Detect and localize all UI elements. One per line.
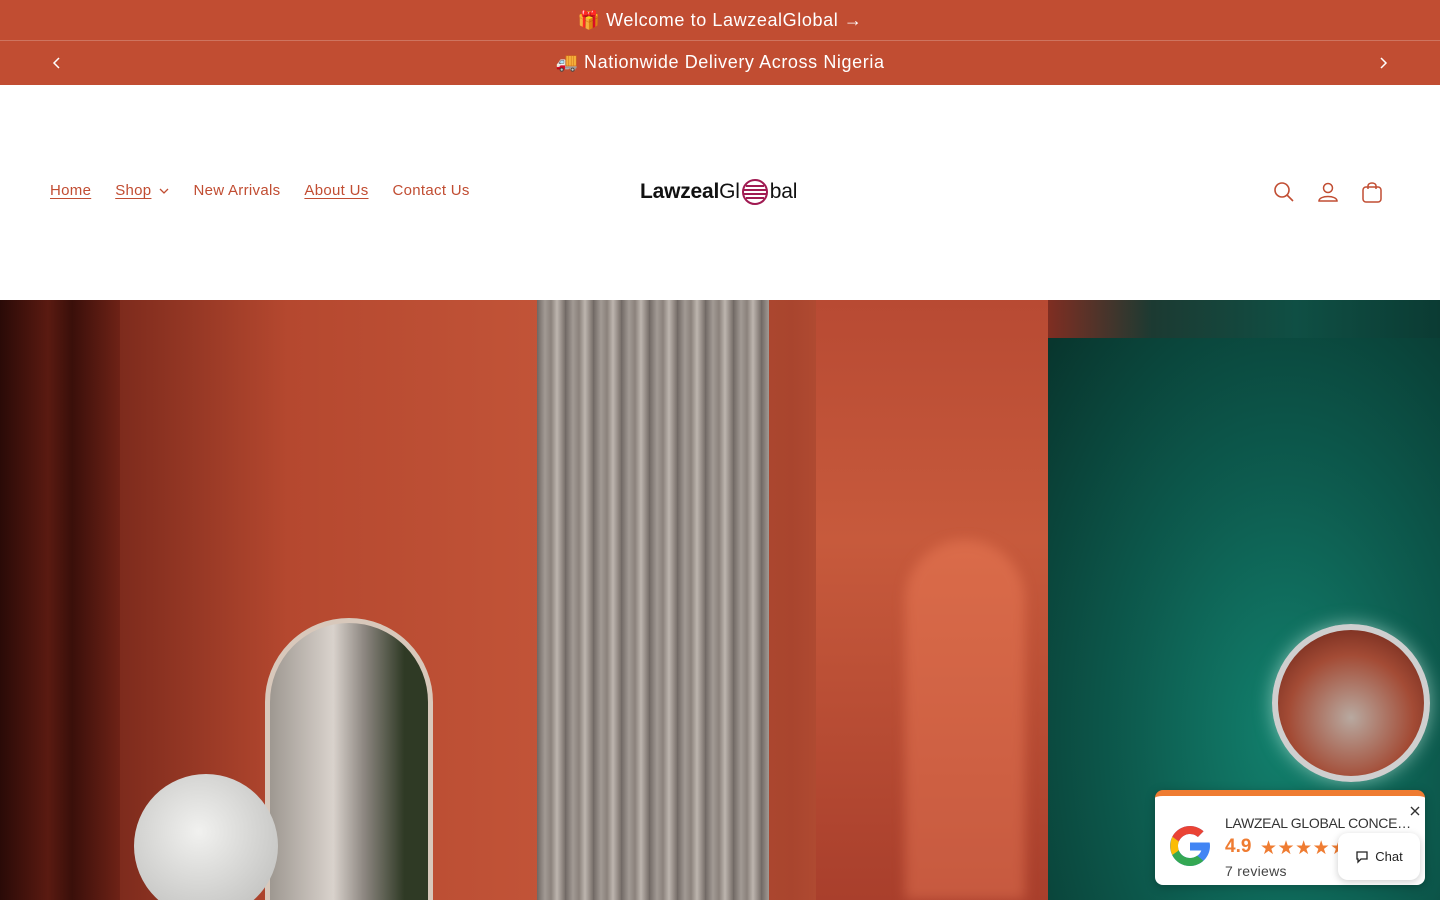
globe-logo-icon [741,179,768,205]
hero-arched-mirror [265,618,433,900]
hero-round-mirror [1272,624,1430,782]
chevron-down-icon [159,188,169,194]
header-icons [1270,178,1402,206]
chevron-right-icon [1380,57,1388,69]
logo-part-2: Gl [719,180,740,203]
hero-curtain-center [537,300,769,900]
announcement-bar-delivery: 🚚 Nationwide Delivery Across Nigeria [0,41,1440,85]
hero-globe-lamp [134,774,278,900]
review-rating: 4.9 [1225,836,1252,857]
announcement-welcome-text[interactable]: 🎁 Welcome to LawzealGlobal → [0,10,1440,31]
site-logo[interactable]: LawzealGl bal [640,176,802,208]
search-button[interactable] [1270,178,1298,206]
chat-bubble-icon [1356,850,1368,864]
user-icon [1318,182,1338,202]
cart-button[interactable] [1358,178,1386,206]
announcement-next-button[interactable] [1373,53,1393,73]
announcement-bar-welcome[interactable]: 🎁 Welcome to LawzealGlobal → [0,0,1440,41]
nav-contact-link[interactable]: Contact Us [393,182,470,199]
account-button[interactable] [1314,178,1342,206]
nav-shop-link[interactable]: Shop [115,182,169,199]
hero-arch-shadow [905,540,1025,900]
logo-wordmark: LawzealGl [640,180,740,204]
search-icon [1274,182,1294,202]
nav-home-link[interactable]: Home [50,182,91,199]
hero-curtain-left [0,300,120,900]
review-business-name: LAWZEAL GLOBAL CONCEPTS [1225,815,1415,831]
chat-button[interactable]: Chat [1338,833,1420,880]
google-logo-icon [1170,826,1210,866]
nav-about-link[interactable]: About Us [304,182,368,199]
logo-part-1: Lawzeal [640,180,720,203]
main-nav: Home Shop New Arrivals About Us Contact … [50,182,494,199]
announcement-delivery-text: 🚚 Nationwide Delivery Across Nigeria [555,52,885,72]
bag-icon [1362,182,1382,203]
review-stars: ★★★★★ [1260,838,1348,859]
review-count[interactable]: 7 reviews [1225,863,1287,879]
chat-label: Chat [1375,849,1403,864]
nav-shop-label: Shop [115,182,152,199]
logo-part-3: bal [769,180,798,203]
nav-new-arrivals-link[interactable]: New Arrivals [193,182,280,199]
